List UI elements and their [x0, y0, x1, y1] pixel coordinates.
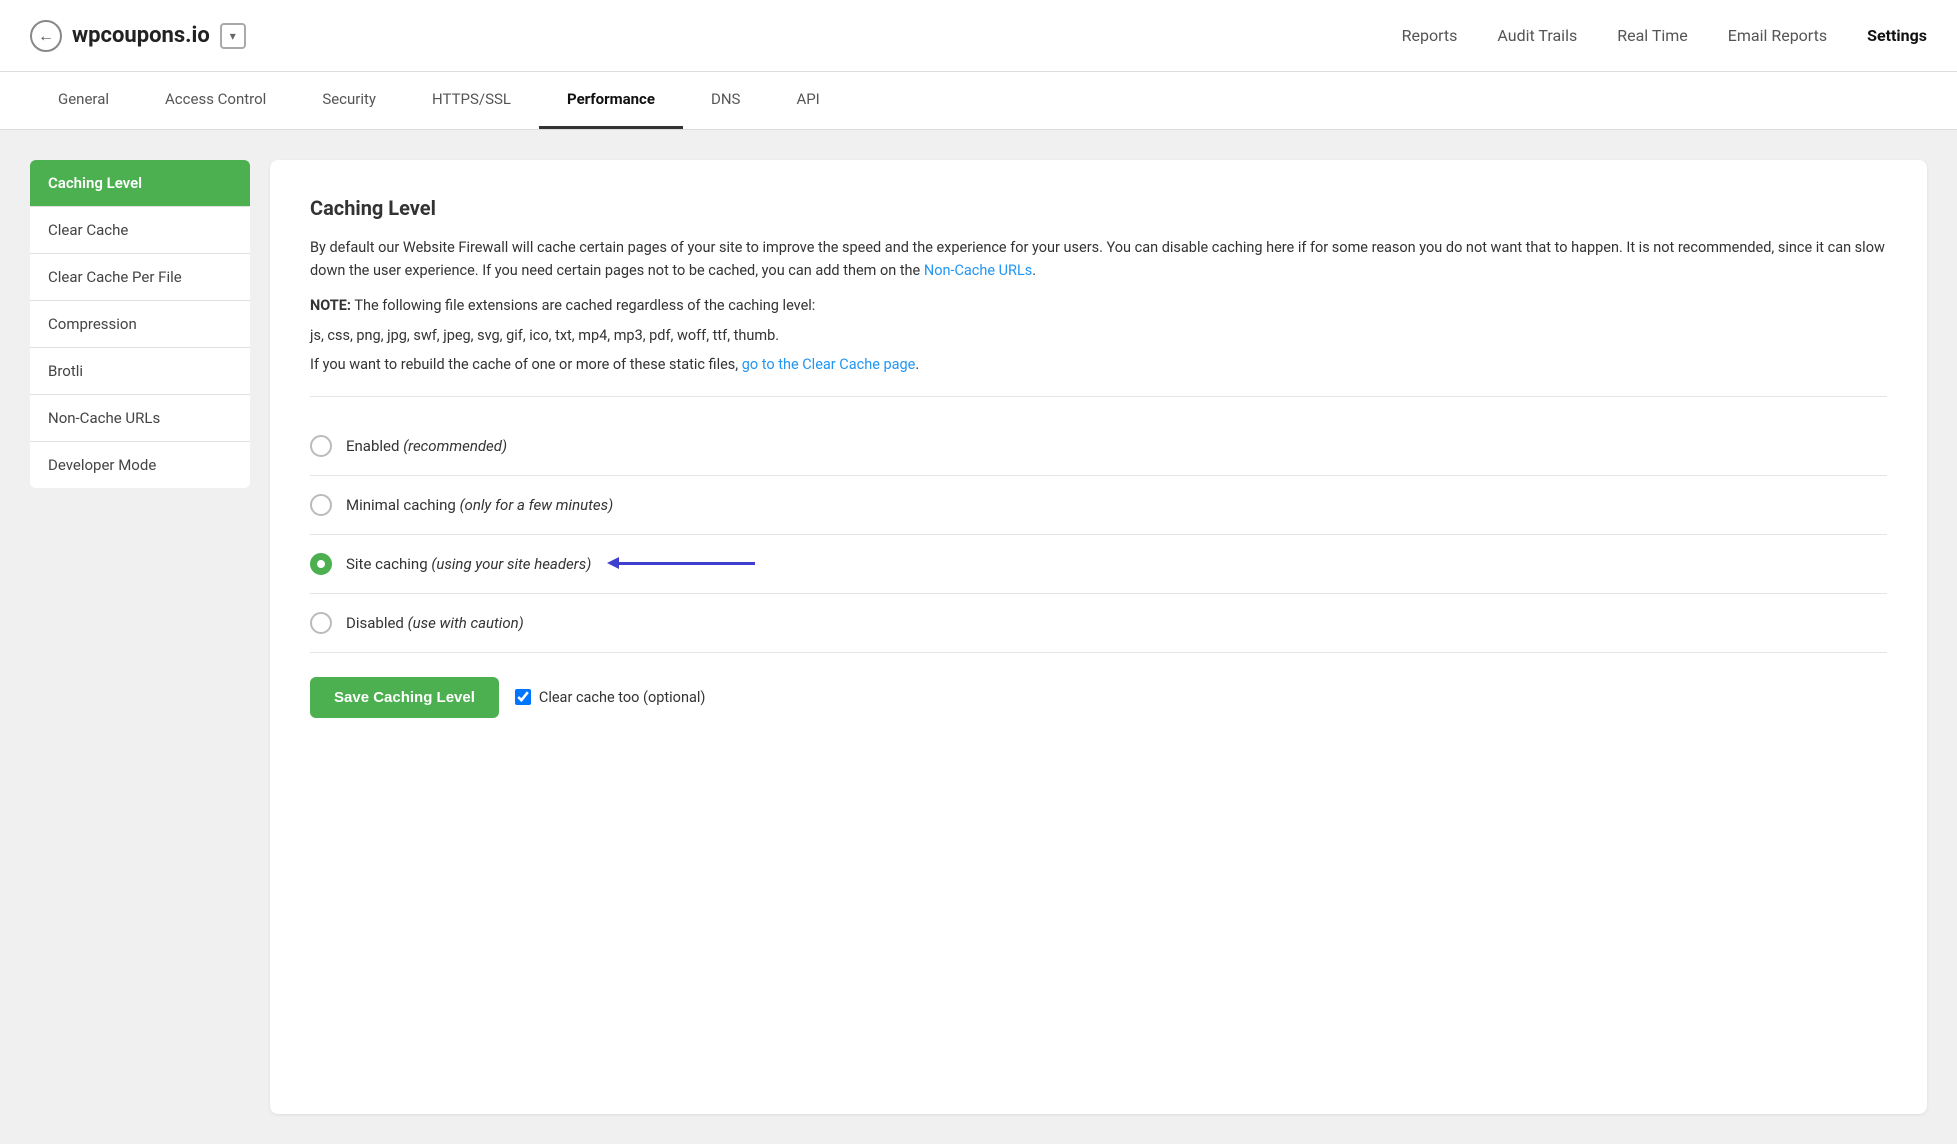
radio-site-caching-label: Site caching (using your site headers) — [346, 555, 591, 573]
panel-title: Caching Level — [310, 196, 1887, 220]
tab-dns[interactable]: DNS — [683, 72, 768, 129]
non-cache-urls-link[interactable]: Non-Cache URLs — [924, 262, 1032, 279]
tab-general[interactable]: General — [30, 72, 137, 129]
sidebar-item-developer-mode[interactable]: Developer Mode — [30, 442, 250, 488]
radio-site-caching[interactable] — [310, 553, 332, 575]
sidebar-item-non-cache-urls[interactable]: Non-Cache URLs — [30, 395, 250, 442]
radio-disabled-label: Disabled (use with caution) — [346, 614, 524, 632]
nav-email-reports[interactable]: Email Reports — [1728, 26, 1827, 45]
nav-settings[interactable]: Settings — [1867, 26, 1927, 45]
sidebar-item-clear-cache[interactable]: Clear Cache — [30, 207, 250, 254]
panel-description: By default our Website Firewall will cac… — [310, 236, 1887, 282]
header-left: ← wpcoupons.io ▾ — [30, 20, 1402, 52]
divider-top — [310, 396, 1887, 397]
panel-extensions: js, css, png, jpg, swf, jpeg, svg, gif, … — [310, 324, 1887, 347]
panel-note: NOTE: The following file extensions are … — [310, 294, 1887, 317]
header-nav: Reports Audit Trails Real Time Email Rep… — [1402, 26, 1927, 45]
radio-enabled-label: Enabled (recommended) — [346, 437, 507, 455]
content-panel: Caching Level By default our Website Fir… — [270, 160, 1927, 1114]
tab-https-ssl[interactable]: HTTPS/SSL — [404, 72, 539, 129]
sidebar-item-brotli[interactable]: Brotli — [30, 348, 250, 395]
radio-minimal-label: Minimal caching (only for a few minutes) — [346, 496, 613, 514]
sidebar-item-compression[interactable]: Compression — [30, 301, 250, 348]
nav-reports[interactable]: Reports — [1402, 26, 1458, 45]
back-button[interactable]: ← — [30, 20, 62, 52]
radio-option-site-caching[interactable]: Site caching (using your site headers) — [310, 535, 1887, 594]
main-layout: Caching Level Clear Cache Clear Cache Pe… — [0, 130, 1957, 1144]
header: ← wpcoupons.io ▾ Reports Audit Trails Re… — [0, 0, 1957, 72]
tab-access-control[interactable]: Access Control — [137, 72, 294, 129]
tab-security[interactable]: Security — [294, 72, 404, 129]
sidebar-item-clear-cache-per-file[interactable]: Clear Cache Per File — [30, 254, 250, 301]
radio-option-enabled[interactable]: Enabled (recommended) — [310, 417, 1887, 476]
save-caching-level-button[interactable]: Save Caching Level — [310, 677, 499, 718]
save-area: Save Caching Level Clear cache too (opti… — [310, 677, 1887, 718]
clear-cache-checkbox[interactable] — [515, 689, 531, 705]
radio-enabled[interactable] — [310, 435, 332, 457]
radio-disabled[interactable] — [310, 612, 332, 634]
tab-api[interactable]: API — [768, 72, 847, 129]
clear-cache-page-link[interactable]: go to the Clear Cache page — [742, 356, 916, 373]
site-title: wpcoupons.io — [72, 23, 210, 48]
nav-real-time[interactable]: Real Time — [1617, 26, 1688, 45]
tab-performance[interactable]: Performance — [539, 72, 683, 129]
arrow-line — [615, 562, 755, 565]
subnav: General Access Control Security HTTPS/SS… — [0, 72, 1957, 130]
nav-audit-trails[interactable]: Audit Trails — [1497, 26, 1577, 45]
clear-cache-checkbox-text: Clear cache too (optional) — [539, 689, 706, 706]
panel-clear-cache-note: If you want to rebuild the cache of one … — [310, 353, 1887, 376]
sidebar: Caching Level Clear Cache Clear Cache Pe… — [30, 160, 250, 1114]
radio-minimal[interactable] — [310, 494, 332, 516]
arrow-annotation — [615, 562, 755, 565]
radio-option-minimal[interactable]: Minimal caching (only for a few minutes) — [310, 476, 1887, 535]
radio-option-disabled[interactable]: Disabled (use with caution) — [310, 594, 1887, 653]
site-dropdown-button[interactable]: ▾ — [220, 23, 246, 49]
clear-cache-checkbox-label[interactable]: Clear cache too (optional) — [515, 689, 706, 706]
sidebar-item-caching-level[interactable]: Caching Level — [30, 160, 250, 207]
